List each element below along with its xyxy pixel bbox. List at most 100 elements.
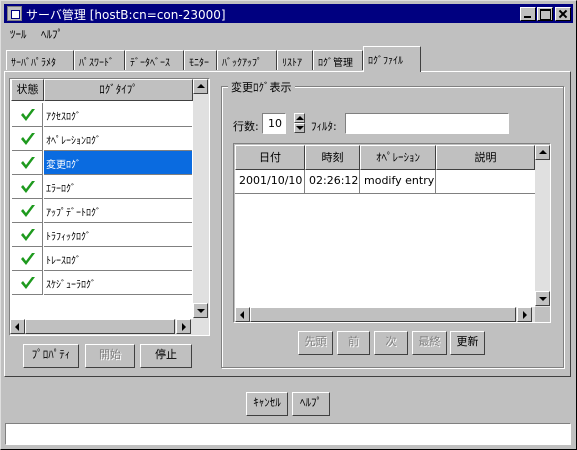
list-item[interactable]: 変更ﾛｸﾞ bbox=[10, 151, 193, 175]
last-page-button[interactable]: 最終 bbox=[412, 331, 447, 355]
tab-database[interactable]: ﾃﾞｰﾀﾍﾞｰｽ bbox=[125, 50, 184, 70]
table-cell-operation[interactable]: modify entry bbox=[360, 170, 436, 194]
window-title: サーバ管理 [hostB:cn=con-23000] bbox=[26, 8, 226, 22]
column-header-time[interactable]: 時刻 bbox=[305, 145, 360, 170]
tab-restore[interactable]: ﾘｽﾄｱ bbox=[277, 50, 313, 70]
list-item[interactable]: ﾄﾗﾌｨｯｸﾛｸﾞ bbox=[10, 223, 193, 247]
stop-button[interactable]: 停止 bbox=[140, 344, 192, 368]
title-bar[interactable]: サーバ管理 [hostB:cn=con-23000] bbox=[4, 4, 573, 23]
column-header-date[interactable]: 日付 bbox=[235, 145, 305, 170]
rows-decrement-button[interactable] bbox=[294, 123, 305, 133]
status-bar bbox=[5, 423, 571, 445]
tab-monitor[interactable]: ﾓﾆﾀｰ bbox=[184, 50, 217, 70]
scroll-up-button[interactable] bbox=[193, 79, 208, 94]
refresh-button[interactable]: 更新 bbox=[450, 331, 485, 355]
table-scroll-left-button[interactable] bbox=[235, 307, 250, 322]
check-icon bbox=[21, 157, 35, 169]
list-item[interactable]: ｴﾗｰﾛｸﾞ bbox=[10, 175, 193, 199]
check-icon bbox=[21, 253, 35, 265]
table-cell-description[interactable] bbox=[436, 170, 535, 194]
status-column-header[interactable]: 状態 bbox=[11, 79, 44, 101]
log-type-label: ﾄﾚｰｽﾛｸﾞ bbox=[44, 247, 192, 271]
arrow-left-icon bbox=[240, 311, 244, 319]
tab-server-params[interactable]: ｻｰﾊﾞﾊﾟﾗﾒﾀ bbox=[6, 50, 74, 70]
check-icon bbox=[21, 205, 35, 217]
log-type-label: ｵﾍﾟﾚｰｼｮﾝﾛｸﾞ bbox=[44, 127, 192, 151]
status-cell[interactable] bbox=[12, 223, 43, 247]
table-body: 2001/10/10 02:26:12 modify entry bbox=[235, 170, 535, 307]
column-header-description[interactable]: 説明 bbox=[436, 145, 535, 170]
tab-log-management[interactable]: ﾛｸﾞ管理 bbox=[313, 50, 363, 70]
filter-label: ﾌｨﾙﾀ: bbox=[311, 120, 337, 133]
menu-tools[interactable]: ﾂｰﾙ bbox=[10, 26, 27, 42]
log-table: 日付 時刻 ｵﾍﾟﾚｰｼｮﾝ 説明 2001/10/10 02:26:12 mo… bbox=[233, 143, 551, 323]
table-cell-time[interactable]: 02:26:12 bbox=[305, 170, 360, 194]
arrow-up-icon bbox=[197, 84, 205, 88]
status-cell[interactable] bbox=[12, 199, 43, 223]
arrow-right-icon bbox=[523, 311, 527, 319]
status-cell[interactable] bbox=[12, 247, 43, 271]
scroll-down-button[interactable] bbox=[193, 303, 208, 318]
log-type-list: 状態 ﾛｸﾞﾀｲﾌﾟ ｱｸｾｽﾛｸﾞ ｵﾍﾟﾚｰｼｮﾝﾛｸﾞ 変更ﾛｸﾞ ｴﾗｰ… bbox=[9, 78, 210, 336]
list-item[interactable]: ﾄﾚｰｽﾛｸﾞ bbox=[10, 247, 193, 271]
arrow-down-icon bbox=[197, 309, 205, 313]
type-column-header[interactable]: ﾛｸﾞﾀｲﾌﾟ bbox=[44, 79, 193, 101]
first-page-button[interactable]: 先頭 bbox=[298, 331, 333, 355]
status-cell[interactable] bbox=[12, 271, 43, 295]
column-header-operation[interactable]: ｵﾍﾟﾚｰｼｮﾝ bbox=[360, 145, 436, 170]
check-icon bbox=[21, 229, 35, 241]
maximize-button[interactable] bbox=[537, 7, 553, 21]
list-item[interactable]: ｱｯﾌﾟﾃﾞｰﾄﾛｸﾞ bbox=[10, 199, 193, 223]
arrow-right-icon bbox=[182, 323, 186, 331]
cancel-button[interactable]: ｷｬﾝｾﾙ bbox=[246, 392, 288, 416]
rows-input[interactable]: 10 bbox=[262, 113, 286, 134]
log-type-label: ｽｹｼﾞｭｰﾗﾛｸﾞ bbox=[44, 271, 192, 295]
tab-log-file[interactable]: ﾛｸﾞﾌｧｲﾙ bbox=[363, 46, 421, 72]
table-vertical-scrollbar[interactable] bbox=[535, 145, 550, 307]
rows-label: 行数: bbox=[233, 120, 259, 133]
arrow-up-icon bbox=[539, 150, 547, 154]
check-icon bbox=[21, 109, 35, 121]
close-button[interactable] bbox=[555, 7, 571, 21]
log-type-label: ｴﾗｰﾛｸﾞ bbox=[44, 175, 192, 199]
arrow-left-icon bbox=[15, 323, 19, 331]
arrow-down-icon bbox=[296, 126, 304, 130]
check-icon bbox=[21, 277, 35, 289]
menu-help[interactable]: ﾍﾙﾌﾟ bbox=[41, 26, 63, 42]
list-item[interactable]: ｽｹｼﾞｭｰﾗﾛｸﾞ bbox=[10, 271, 193, 295]
arrow-up-icon bbox=[296, 116, 304, 120]
group-title: 変更ﾛｸﾞ表示 bbox=[228, 79, 295, 95]
check-icon bbox=[21, 181, 35, 193]
table-scroll-down-button[interactable] bbox=[535, 291, 550, 306]
arrow-down-icon bbox=[539, 297, 547, 301]
table-scroll-up-button[interactable] bbox=[535, 145, 550, 160]
table-horizontal-scroll-thumb[interactable] bbox=[250, 307, 516, 322]
app-icon[interactable] bbox=[7, 6, 22, 21]
scroll-left-button[interactable] bbox=[10, 319, 25, 334]
filter-input[interactable] bbox=[345, 113, 509, 134]
start-button[interactable]: 開始 bbox=[85, 344, 135, 368]
minimize-button[interactable] bbox=[520, 7, 536, 21]
tab-backup[interactable]: ﾊﾞｯｸｱｯﾌﾟ bbox=[217, 50, 277, 70]
help-button[interactable]: ﾍﾙﾌﾟ bbox=[292, 392, 330, 416]
list-item[interactable]: ｵﾍﾟﾚｰｼｮﾝﾛｸﾞ bbox=[10, 127, 193, 151]
tab-password[interactable]: ﾊﾟｽﾜｰﾄﾞ bbox=[74, 50, 125, 70]
scroll-right-button[interactable] bbox=[176, 319, 191, 334]
status-cell[interactable] bbox=[12, 127, 43, 151]
log-type-label: ﾄﾗﾌｨｯｸﾛｸﾞ bbox=[44, 223, 192, 247]
properties-button[interactable]: ﾌﾟﾛﾊﾟﾃｨ bbox=[23, 344, 79, 368]
status-cell[interactable] bbox=[12, 103, 43, 127]
log-type-label: 変更ﾛｸﾞ bbox=[44, 151, 192, 175]
log-type-label: ｱｸｾｽﾛｸﾞ bbox=[44, 103, 192, 127]
rows-increment-button[interactable] bbox=[294, 113, 305, 123]
status-cell[interactable] bbox=[12, 151, 43, 175]
table-cell-date[interactable]: 2001/10/10 bbox=[235, 170, 305, 194]
table-scroll-right-button[interactable] bbox=[517, 307, 532, 322]
horizontal-scroll-thumb[interactable] bbox=[25, 319, 175, 334]
previous-page-button[interactable]: 前 bbox=[337, 331, 370, 355]
check-icon bbox=[21, 133, 35, 145]
status-cell[interactable] bbox=[12, 175, 43, 199]
next-page-button[interactable]: 次 bbox=[374, 331, 408, 355]
vertical-scrollbar[interactable] bbox=[193, 79, 209, 319]
list-item[interactable]: ｱｸｾｽﾛｸﾞ bbox=[10, 103, 193, 127]
